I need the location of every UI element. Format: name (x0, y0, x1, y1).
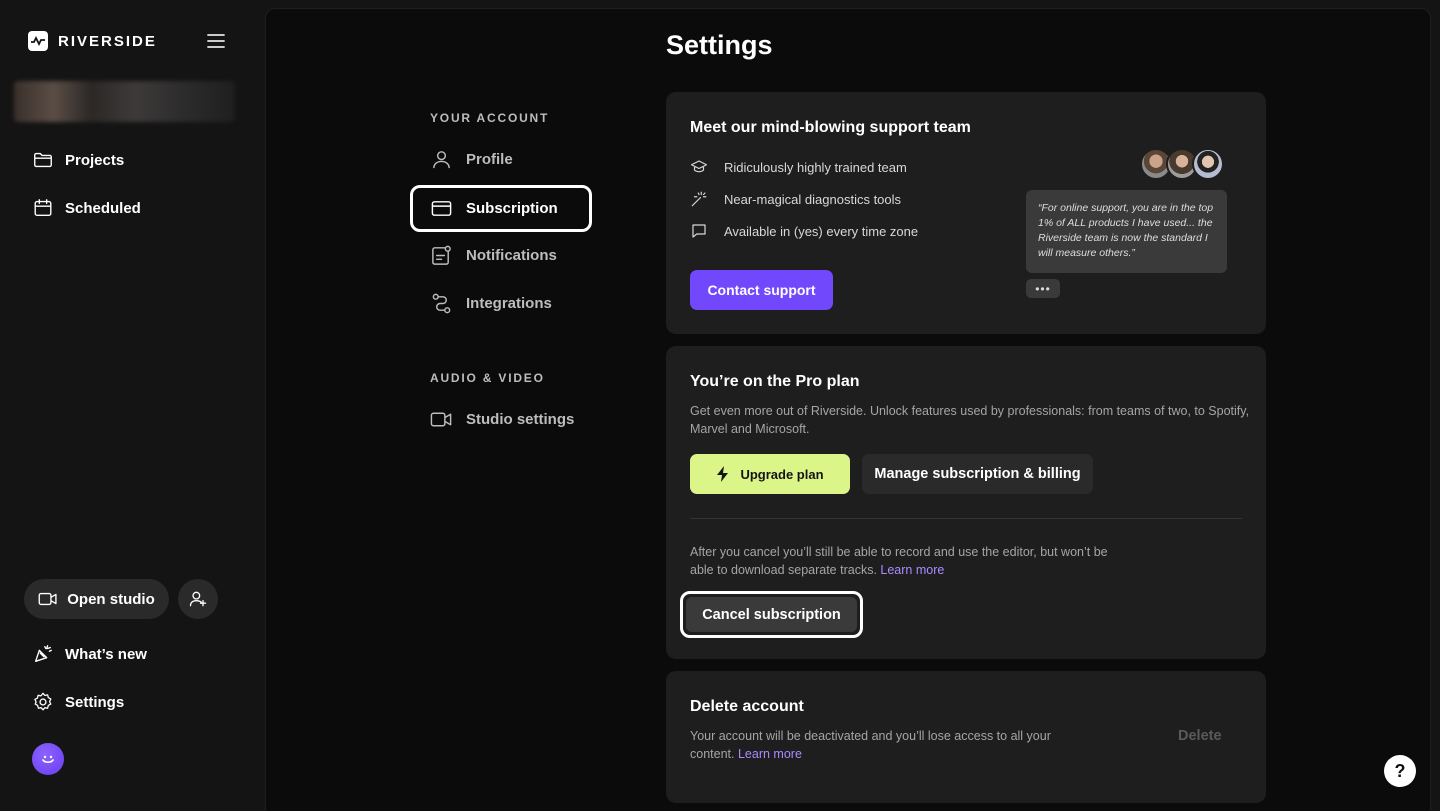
learn-more-link[interactable]: Learn more (738, 747, 802, 761)
sidebar-item-scheduled[interactable]: Scheduled (32, 197, 141, 219)
plan-card-title: You’re on the Pro plan (690, 373, 860, 390)
video-camera-icon (38, 592, 57, 606)
help-button[interactable]: ? (1384, 755, 1416, 787)
feature-item: Near-magical diagnostics tools (690, 190, 901, 208)
feature-text: Ridiculously highly trained team (724, 159, 907, 175)
workspace-switcher[interactable] (14, 81, 235, 122)
sidebar-item-settings[interactable]: Settings (32, 691, 124, 713)
feature-text: Near-magical diagnostics tools (724, 191, 902, 207)
settings-item-label: Studio settings (466, 411, 575, 428)
delete-card: Delete account Your account will be deac… (666, 671, 1266, 803)
sidebar-item-label: Scheduled (65, 199, 141, 217)
open-studio-label: Open studio (67, 590, 155, 608)
settings-item-label: Profile (466, 151, 513, 168)
feature-item: Available in (yes) every time zone (690, 222, 918, 240)
support-team-avatars (1140, 148, 1224, 180)
graduation-cap-icon (690, 160, 708, 173)
sidebar-item-label: What’s new (65, 645, 147, 663)
avatar[interactable] (32, 743, 64, 775)
page-title: Settings (666, 30, 773, 60)
section-label-your-account: YOUR ACCOUNT (430, 111, 550, 125)
sidebar-item-label: Settings (65, 693, 125, 711)
brand-logo[interactable]: RIVERSIDE (28, 31, 157, 51)
user-icon (433, 151, 450, 169)
plan-description: Get even more out of Riverside. Unlock f… (690, 404, 1250, 436)
settings-item-label: Subscription (466, 200, 558, 217)
chat-bubble-icon (692, 224, 706, 238)
upgrade-plan-button[interactable]: Upgrade plan (690, 454, 850, 494)
support-card-title: Meet our mind-blowing support team (690, 119, 971, 136)
feature-text: Available in (yes) every time zone (724, 223, 919, 239)
delete-description: Your account will be deactivated and you… (690, 729, 1051, 761)
party-icon (34, 645, 52, 663)
manage-subscription-button[interactable]: Manage subscription & billing (862, 454, 1093, 494)
settings-item-profile[interactable]: Profile (430, 148, 513, 171)
sidebar-item-label: Projects (65, 151, 125, 169)
riverside-logo-icon (28, 31, 48, 51)
integrations-icon (432, 293, 451, 314)
settings-item-label: Notifications (466, 247, 557, 264)
gear-icon (34, 692, 52, 711)
contact-support-button[interactable]: Contact support (690, 270, 833, 310)
brand-name: RIVERSIDE (58, 32, 157, 50)
support-card: Meet our mind-blowing support team Ridic… (666, 92, 1266, 334)
smiley-icon (42, 755, 54, 764)
delete-card-title: Delete account (690, 698, 804, 715)
cancel-subscription-button[interactable]: Cancel subscription (686, 597, 857, 632)
settings-item-integrations[interactable]: Integrations (430, 292, 552, 315)
magic-wand-icon (691, 191, 707, 207)
settings-item-studio-settings[interactable]: Studio settings (430, 408, 574, 431)
avatar (1192, 148, 1224, 180)
app-sidebar: RIVERSIDE Projects Scheduled Open studio… (0, 0, 264, 811)
testimonial-quote: “For online support, you are in the top … (1026, 190, 1227, 273)
folder-icon (34, 152, 52, 168)
add-user-icon (189, 591, 207, 607)
credit-card-icon (431, 201, 452, 216)
lightning-icon (717, 466, 729, 482)
feature-item: Ridiculously highly trained team (690, 158, 907, 176)
sidebar-item-projects[interactable]: Projects (32, 149, 124, 171)
calendar-icon (34, 199, 52, 217)
more-testimonials-button[interactable]: ••• (1026, 279, 1060, 298)
delete-account-button[interactable]: Delete (1178, 728, 1222, 744)
settings-item-label: Integrations (466, 295, 552, 312)
notification-icon (432, 245, 451, 265)
section-label-audio-video: AUDIO & VIDEO (430, 371, 545, 385)
settings-item-notifications[interactable]: Notifications (430, 244, 557, 267)
upgrade-plan-label: Upgrade plan (740, 466, 824, 482)
cancel-note: After you cancel you’ll still be able to… (690, 545, 1108, 577)
settings-item-subscription[interactable]: Subscription (410, 185, 592, 232)
invite-user-button[interactable] (178, 579, 218, 619)
video-camera-icon (430, 412, 452, 427)
open-studio-button[interactable]: Open studio (24, 579, 169, 619)
cancel-subscription-highlight: Cancel subscription (680, 591, 863, 638)
sidebar-item-whats-new[interactable]: What’s new (32, 643, 147, 665)
divider (690, 518, 1242, 519)
learn-more-link[interactable]: Learn more (880, 563, 944, 577)
menu-icon[interactable] (206, 32, 226, 50)
